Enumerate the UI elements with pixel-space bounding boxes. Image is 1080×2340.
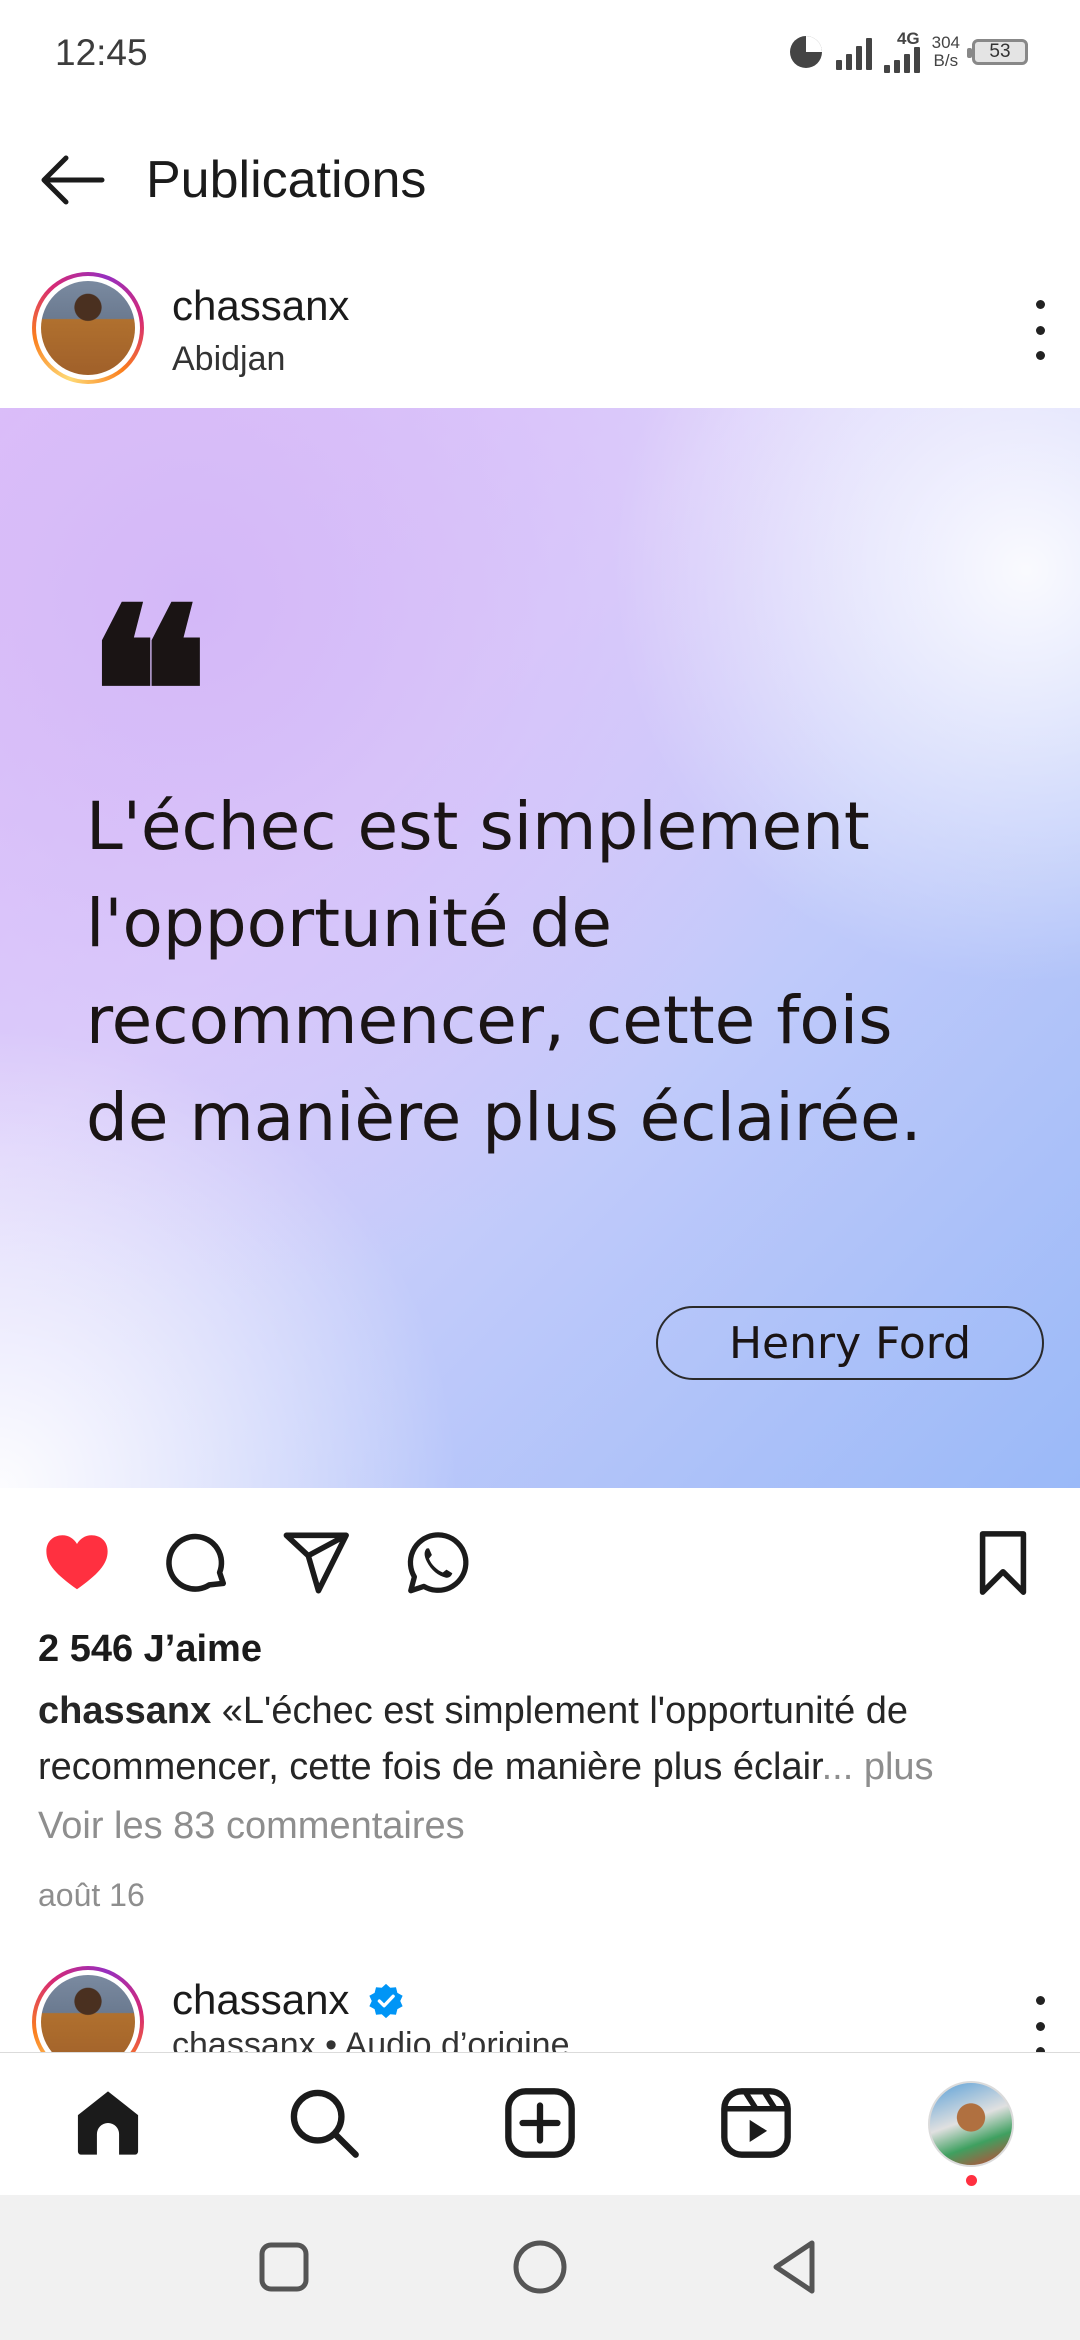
system-nav-bar bbox=[0, 2195, 1080, 2340]
caption-more-link[interactable]: ... plus bbox=[822, 1746, 934, 1788]
nav-reels[interactable] bbox=[718, 2085, 794, 2161]
share-button[interactable] bbox=[282, 1528, 352, 1598]
next-post-options-button[interactable] bbox=[1030, 1996, 1050, 2056]
view-comments-link[interactable]: Voir les 83 commentaires bbox=[38, 1805, 465, 1848]
whatsapp-icon bbox=[407, 1532, 469, 1594]
home-system-button[interactable] bbox=[508, 2235, 572, 2299]
post-date: août 16 bbox=[38, 1877, 145, 1913]
arrow-left-icon bbox=[41, 155, 105, 205]
quote-author: Henry Ford bbox=[656, 1306, 1044, 1380]
like-button[interactable] bbox=[42, 1528, 112, 1598]
recent-apps-icon bbox=[259, 2242, 309, 2292]
next-post-username-row[interactable]: chassanx bbox=[172, 1976, 405, 2024]
signal-icon bbox=[835, 34, 872, 70]
more-dot bbox=[1035, 1996, 1045, 2005]
quote-text: L'échec est simplement l'opportunité de … bbox=[86, 788, 922, 1156]
home-icon bbox=[77, 2091, 139, 2155]
back-button[interactable] bbox=[36, 150, 108, 210]
caption-username[interactable]: chassanx bbox=[38, 1690, 211, 1732]
page-title: Publications bbox=[146, 151, 427, 209]
notification-dot bbox=[966, 2175, 977, 2186]
nav-create[interactable] bbox=[502, 2085, 578, 2161]
nav-home[interactable] bbox=[70, 2085, 146, 2161]
send-icon bbox=[283, 1532, 349, 1594]
recent-apps-button[interactable] bbox=[252, 2235, 316, 2299]
battery-icon: 53 bbox=[967, 38, 1028, 65]
post-username[interactable]: chassanx bbox=[172, 282, 349, 330]
bottom-nav bbox=[0, 2052, 1080, 2196]
search-icon bbox=[290, 2089, 359, 2158]
network-speed: 304 B/s bbox=[931, 32, 960, 70]
signal-icon-2 bbox=[883, 47, 920, 73]
create-icon bbox=[505, 2088, 575, 2158]
profile-avatar bbox=[928, 2081, 1014, 2167]
whatsapp-share-button[interactable] bbox=[402, 1528, 472, 1598]
bookmark-icon bbox=[979, 1531, 1027, 1595]
quote-mark: ❝ bbox=[86, 558, 210, 828]
more-dot bbox=[1035, 2021, 1045, 2031]
status-time: 12:45 bbox=[55, 32, 148, 73]
verified-badge-icon bbox=[369, 1983, 403, 2019]
save-button[interactable] bbox=[968, 1528, 1038, 1598]
post-avatar[interactable] bbox=[32, 272, 144, 384]
network-type: 4G bbox=[896, 29, 920, 48]
post-options-button[interactable] bbox=[1030, 300, 1050, 360]
back-system-button[interactable] bbox=[764, 2235, 828, 2299]
more-dot bbox=[1035, 351, 1045, 360]
home-circle-icon bbox=[513, 2240, 567, 2294]
status-icons: 4G 304 B/s 53 bbox=[788, 30, 1028, 73]
reels-icon bbox=[721, 2088, 791, 2158]
more-dot bbox=[1035, 325, 1045, 335]
avatar-photo bbox=[41, 281, 135, 375]
post-location[interactable]: Abidjan bbox=[172, 340, 285, 379]
heart-icon bbox=[46, 1535, 108, 1590]
more-dot bbox=[1035, 300, 1045, 309]
data-saver-icon bbox=[789, 35, 822, 68]
post-image[interactable]: ❝ L'échec est simplement l'opportunité d… bbox=[0, 408, 1080, 1488]
comment-icon bbox=[166, 1533, 227, 1592]
next-post-username[interactable]: chassanx bbox=[172, 1976, 349, 2023]
nav-profile[interactable] bbox=[928, 2081, 1014, 2186]
nav-search[interactable] bbox=[286, 2085, 362, 2161]
post-caption[interactable]: chassanx «L'échec est simplement l'oppor… bbox=[38, 1683, 1048, 1795]
back-triangle-icon bbox=[773, 2240, 815, 2294]
like-count[interactable]: 2 546 J’aime bbox=[38, 1628, 262, 1671]
comment-button[interactable] bbox=[162, 1528, 232, 1598]
